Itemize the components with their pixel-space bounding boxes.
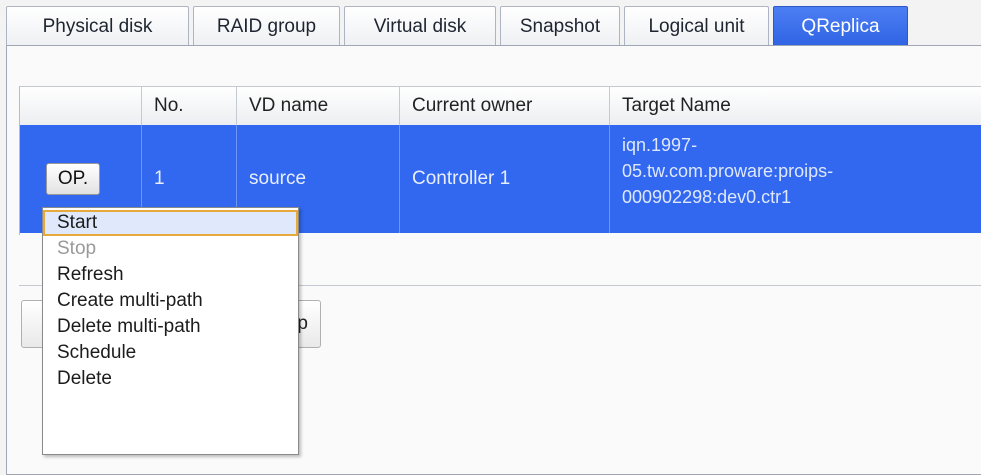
tab-bar: Physical disk RAID group Virtual disk Sn… [6,6,912,46]
op-context-menu: Start Stop Refresh Create multi-path Del… [42,207,299,455]
column-header-op [20,87,142,125]
column-header-target-name: Target Name [622,95,731,116]
menu-item-delete-multi-path[interactable]: Delete multi-path [43,314,298,340]
tab-physical-disk[interactable]: Physical disk [6,6,189,46]
cell-current-owner: Controller 1 [400,125,610,233]
column-header-current-owner: Current owner [400,87,610,125]
cell-target-name: iqn.1997- 05.tw.com.proware:proips- 0009… [610,125,981,233]
tab-snapshot[interactable]: Snapshot [500,6,620,46]
target-name-line: 05.tw.com.proware:proips- [622,161,834,181]
table-header: No. VD name Current owner Target Name [20,86,981,126]
menu-item-stop: Stop [57,238,97,259]
target-name-line: iqn.1997- [622,135,698,155]
column-header-vd-name: VD name [237,87,400,125]
menu-item-start[interactable]: Start [43,210,298,236]
op-button[interactable]: OP. [46,163,100,195]
menu-item-create-multi-path[interactable]: Create multi-path [43,288,298,314]
menu-item-delete[interactable]: Delete [43,366,298,392]
column-header-no: No. [142,87,237,125]
tab-logical-unit[interactable]: Logical unit [624,6,769,46]
menu-item-refresh[interactable]: Refresh [43,262,298,288]
tab-virtual-disk[interactable]: Virtual disk [344,6,496,46]
menu-item-schedule[interactable]: Schedule [43,340,298,366]
tab-qreplica[interactable]: QReplica [773,6,908,46]
target-name-line: 000902298:dev0.ctr1 [622,187,792,207]
tab-raid-group[interactable]: RAID group [193,6,340,46]
